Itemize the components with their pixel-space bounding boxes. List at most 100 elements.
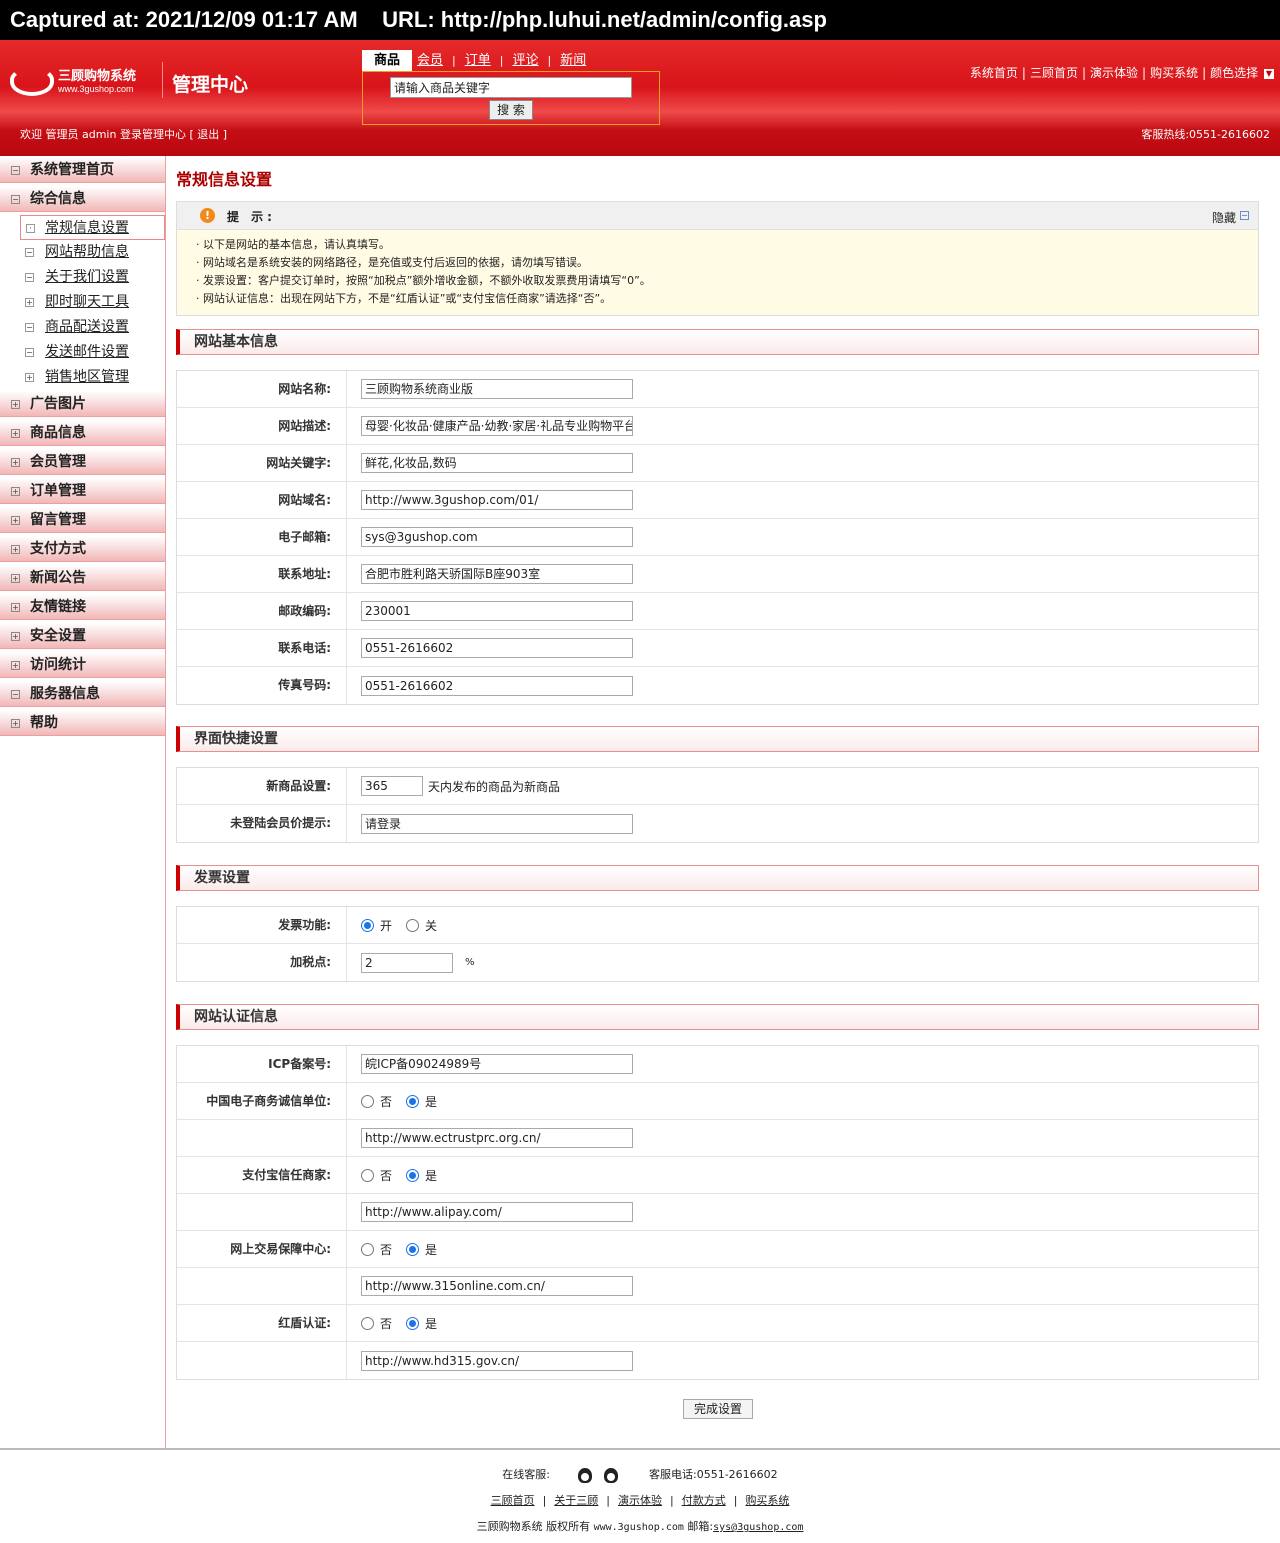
- yes-radio[interactable]: [406, 1168, 420, 1182]
- text-input[interactable]: 230001: [361, 601, 633, 621]
- text-input[interactable]: 母婴·化妆品·健康产品·幼教·家居·礼品专业购物平台: [361, 416, 633, 436]
- field-label: 传真号码:: [177, 667, 347, 704]
- search-tab-goods[interactable]: 商品: [362, 50, 413, 72]
- sidebar-item-group[interactable]: + 友情链接: [0, 594, 165, 620]
- qq-icon[interactable]: [603, 1467, 618, 1483]
- tax-rate-input[interactable]: 2: [361, 952, 453, 973]
- sidebar-sub-about[interactable]: − 关于我们设置: [0, 265, 165, 290]
- sidebar-item-general-info[interactable]: − 综合信息: [0, 186, 165, 212]
- field-value-cell: http://www.alipay.com/: [347, 1194, 1258, 1230]
- sidebar-item-group[interactable]: + 留言管理: [0, 507, 165, 533]
- radio-label: 否: [380, 1094, 393, 1109]
- service-phone: 客服电话:0551-2616602: [649, 1468, 778, 1481]
- text-input[interactable]: sys@3gushop.com: [361, 527, 633, 547]
- search-button[interactable]: 搜 索: [489, 100, 533, 120]
- sidebar-item-label: 服务器信息: [30, 686, 100, 702]
- footer-link[interactable]: 三顾首页: [491, 1494, 535, 1507]
- link-demo[interactable]: 演示体验: [1090, 66, 1138, 80]
- guest-price-input[interactable]: 请登录: [361, 813, 633, 834]
- expand-icon: +: [11, 545, 20, 554]
- sidebar-item-group[interactable]: + 广告图片: [0, 391, 165, 417]
- sidebar-sub-label: 即时聊天工具: [45, 294, 129, 310]
- no-radio[interactable]: [361, 1242, 374, 1256]
- search-tab-orders[interactable]: 订单: [460, 50, 496, 72]
- search-tab-members[interactable]: 会员: [412, 50, 448, 72]
- search-input[interactable]: 请输入商品关键字: [390, 77, 632, 98]
- no-radio[interactable]: [361, 1094, 374, 1108]
- text-input[interactable]: 三顾购物系统商业版: [361, 379, 633, 399]
- search-tab-news[interactable]: 新闻: [555, 50, 591, 72]
- sidebar-item-group[interactable]: + 安全设置: [0, 623, 165, 649]
- form-row: ICP备案号: 皖ICP备09024989号: [177, 1046, 1258, 1083]
- no-radio[interactable]: [361, 1316, 374, 1330]
- yes-radio[interactable]: [406, 1316, 420, 1330]
- sidebar-sub-regions[interactable]: + 销售地区管理: [0, 365, 165, 390]
- footer-link[interactable]: 付款方式: [682, 1494, 726, 1507]
- footer-link[interactable]: 购买系统: [745, 1494, 789, 1507]
- footer-email[interactable]: sys@3gushop.com: [713, 1522, 803, 1533]
- icp-input[interactable]: 皖ICP备09024989号: [361, 1054, 633, 1074]
- dropdown-icon[interactable]: ▼: [1264, 68, 1274, 79]
- url-input[interactable]: http://www.hd315.gov.cn/: [361, 1350, 633, 1371]
- footer-link[interactable]: 关于三顾: [554, 1494, 598, 1507]
- separator: |: [733, 1494, 738, 1507]
- sidebar-item-system-home[interactable]: − 系统管理首页: [0, 157, 165, 183]
- sidebar-sub-email[interactable]: − 发送邮件设置: [0, 340, 165, 365]
- form-row: 新商品设置: 365 天内发布的商品为新商品: [177, 768, 1258, 805]
- tip-hide-link[interactable]: 隐藏: [1212, 209, 1236, 226]
- form-row: 联系地址: 合肥市胜利路天骄国际B座903室: [177, 556, 1258, 593]
- footer: 在线客服: 客服电话:0551-2616602 三顾首页 | 关于三顾 | 演示体验 | 付…: [0, 1448, 1280, 1543]
- sidebar-item-label: 留言管理: [30, 512, 86, 528]
- online-service-label: 在线客服:: [502, 1468, 551, 1481]
- sidebar-item-group[interactable]: + 访问统计: [0, 652, 165, 678]
- collapse-icon[interactable]: −: [1240, 211, 1249, 220]
- page-title: 常规信息设置: [176, 170, 273, 189]
- new-days-input[interactable]: 365: [361, 776, 423, 796]
- field-label: [177, 1120, 347, 1156]
- sidebar-item-group[interactable]: + 商品信息: [0, 420, 165, 446]
- submit-button[interactable]: 完成设置: [683, 1399, 753, 1419]
- separator: |: [499, 54, 504, 67]
- sidebar-sub-chat-tools[interactable]: + 即时聊天工具: [0, 290, 165, 315]
- sidebar-item-group[interactable]: + 新闻公告: [0, 565, 165, 591]
- form-row: 网上交易保障中心: 否是: [177, 1231, 1258, 1268]
- qq-icon[interactable]: [577, 1467, 592, 1483]
- text-input[interactable]: 0551-2616602: [361, 675, 633, 696]
- invoice-on-radio[interactable]: [361, 918, 374, 932]
- sidebar-item-group[interactable]: + 会员管理: [0, 449, 165, 475]
- url-input[interactable]: http://www.alipay.com/: [361, 1202, 633, 1222]
- link-buy[interactable]: 购买系统: [1150, 66, 1198, 80]
- logo[interactable]: 三顾购物系统 www.3gushop.com: [10, 62, 160, 102]
- footer-link[interactable]: 演示体验: [618, 1494, 662, 1507]
- link-sangu-home[interactable]: 三顾首页: [1030, 66, 1078, 80]
- yes-radio[interactable]: [406, 1242, 420, 1256]
- text-input[interactable]: 鲜花,化妆品,数码: [361, 453, 633, 473]
- text-input[interactable]: 合肥市胜利路天骄国际B座903室: [361, 564, 633, 584]
- yes-radio[interactable]: [406, 1094, 420, 1108]
- radio-label: 是: [425, 1094, 438, 1109]
- search-tab-comments[interactable]: 评论: [507, 50, 543, 72]
- sidebar-item-group[interactable]: − 服务器信息: [0, 681, 165, 707]
- url-input[interactable]: http://www.ectrustprc.org.cn/: [361, 1128, 633, 1148]
- sidebar-item-group[interactable]: + 订单管理: [0, 478, 165, 504]
- field-label: 网站名称:: [177, 371, 347, 407]
- form-row: 未登陆会员价提示: 请登录: [177, 805, 1258, 842]
- text-input[interactable]: http://www.3gushop.com/01/: [361, 490, 633, 510]
- link-system-home[interactable]: 系统首页: [970, 66, 1018, 80]
- radio-label: 开: [380, 918, 393, 933]
- link-color-select[interactable]: 颜色选择: [1210, 66, 1258, 80]
- sidebar-item-group[interactable]: + 支付方式: [0, 536, 165, 562]
- no-radio[interactable]: [361, 1168, 374, 1182]
- form-row: 红盾认证: 否是: [177, 1305, 1258, 1342]
- sidebar-sub-shipping[interactable]: − 商品配送设置: [0, 315, 165, 340]
- invoice-off-radio[interactable]: [406, 918, 420, 932]
- sidebar-sub-help-info[interactable]: − 网站帮助信息: [0, 240, 165, 265]
- sidebar-sub-general-settings[interactable]: · 常规信息设置: [20, 215, 165, 240]
- sidebar-item-label: 订单管理: [30, 483, 86, 499]
- hotline: 客服热线:0551-2616602: [1141, 128, 1270, 141]
- sidebar-item-group[interactable]: + 帮助: [0, 710, 165, 736]
- url-input[interactable]: http://www.315online.com.cn/: [361, 1276, 633, 1296]
- text-input[interactable]: 0551-2616602: [361, 638, 633, 658]
- form-row: 电子邮箱: sys@3gushop.com: [177, 519, 1258, 556]
- collapse-icon: −: [11, 166, 20, 175]
